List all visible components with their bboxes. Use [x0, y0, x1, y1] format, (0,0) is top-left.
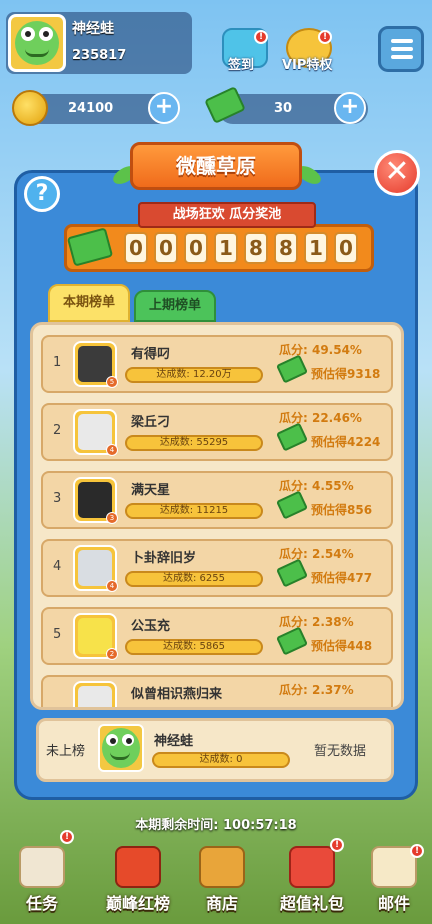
frog-avatar-icon — [102, 728, 140, 768]
pool-digit: 0 — [184, 232, 208, 264]
my-name: 神经蛙 — [154, 734, 194, 749]
cash-icon — [275, 558, 309, 588]
rank-share: 瓜分: 49.54% — [279, 343, 362, 357]
nav-shop[interactable]: 商店 — [182, 846, 262, 918]
frog-avatar-icon — [15, 21, 59, 65]
rank-avatar[interactable]: 4 — [73, 545, 118, 592]
coin-icon — [12, 90, 48, 126]
pool-digit: 0 — [124, 232, 148, 264]
gift-alert-badge: ! — [330, 838, 344, 852]
rank-name: 卜卦辞旧岁 — [131, 551, 197, 566]
level-badge: 5 — [106, 376, 118, 388]
rank-share: 瓜分: 2.38% — [279, 615, 354, 629]
level-badge: 2 — [106, 648, 118, 660]
ranking-row[interactable]: 3 3 满天星 达成数: 11215 瓜分: 4.55% 预估得856 — [41, 471, 393, 529]
nav-peak-ranking-label: 巅峰红榜 — [105, 894, 170, 913]
panel-title: 微醺草原 — [130, 142, 302, 190]
signin-label: 签到 — [228, 58, 255, 73]
menu-icon — [391, 39, 413, 43]
rank-avatar[interactable] — [73, 681, 117, 707]
ranking-row[interactable]: 2 4 梁丘刁 达成数: 55295 瓜分: 22.46% 预估得4224 — [41, 403, 393, 461]
ranking-row[interactable]: 1 5 有得叼 达成数: 12.20万 瓜分: 49.54% 预估得9318 — [41, 335, 393, 393]
rank-estimate: 预估得9318 — [311, 367, 381, 381]
rank-number: 4 — [53, 559, 62, 574]
cash-icon — [275, 422, 309, 452]
rank-share: 瓜分: 22.46% — [279, 411, 362, 425]
rank-score: 达成数: 11215 — [125, 503, 263, 519]
rank-score: 达成数: 5865 — [125, 639, 263, 655]
rank-avatar[interactable]: 5 — [73, 341, 118, 388]
player-id: 235817 — [72, 48, 127, 63]
rank-share: 瓜分: 2.37% — [279, 683, 354, 697]
nav-shop-label: 商店 — [205, 894, 238, 913]
rank-number: 3 — [53, 491, 62, 506]
tab-current-period[interactable]: 本期榜单 — [48, 284, 130, 322]
nav-gift-pack[interactable]: 超值礼包 — [262, 846, 362, 918]
tab-previous-period[interactable]: 上期榜单 — [134, 290, 216, 322]
nav-tasks-label: 任务 — [25, 894, 58, 913]
cash-icon — [275, 354, 309, 384]
rank-number: 1 — [53, 355, 62, 370]
cash-icon — [275, 490, 309, 520]
rank-estimate: 预估得4224 — [311, 435, 381, 449]
rank-name: 似曾相识燕归来 — [131, 687, 223, 702]
level-badge: 4 — [106, 444, 118, 456]
rank-avatar[interactable]: 2 — [73, 613, 118, 660]
prize-pool-banner: 战场狂欢 瓜分奖池 — [138, 202, 316, 228]
shop-icon — [199, 846, 245, 888]
rank-name: 有得叼 — [131, 347, 171, 362]
rank-share: 瓜分: 4.55% — [279, 479, 354, 493]
nav-mail-label: 邮件 — [377, 894, 410, 913]
vip-label: VIP特权 — [282, 58, 333, 73]
my-rank-status: 未上榜 — [46, 744, 86, 759]
pool-digit: 0 — [154, 232, 178, 264]
my-avatar[interactable] — [98, 724, 144, 772]
tasks-icon — [19, 846, 65, 888]
trophy-icon — [115, 846, 161, 888]
rank-score: 达成数: 55295 — [125, 435, 263, 451]
vip-alert-badge: ! — [318, 30, 332, 44]
mail-alert-badge: ! — [410, 844, 424, 858]
nav-peak-ranking[interactable]: 巅峰红榜 — [88, 846, 188, 918]
rank-score: 达成数: 6255 — [125, 571, 263, 587]
rank-number: 2 — [53, 423, 62, 438]
signin-alert-badge: ! — [254, 30, 268, 44]
rank-score: 达成数: 12.20万 — [125, 367, 263, 383]
help-button[interactable]: ? — [24, 176, 60, 212]
cash-icon — [275, 626, 309, 656]
gift-icon — [289, 846, 335, 888]
add-coins-button[interactable]: + — [148, 92, 180, 124]
rank-number: 5 — [53, 627, 62, 642]
pool-digit: 1 — [214, 232, 238, 264]
rank-estimate: 预估得477 — [311, 571, 373, 585]
ranking-list[interactable]: 1 5 有得叼 达成数: 12.20万 瓜分: 49.54% 预估得9318 2… — [30, 322, 404, 710]
nav-gift-pack-label: 超值礼包 — [279, 894, 344, 913]
pool-digit: 8 — [244, 232, 268, 264]
pool-digit: 1 — [304, 232, 328, 264]
rank-name: 梁丘刁 — [131, 415, 171, 430]
rank-avatar[interactable]: 3 — [73, 477, 118, 524]
rank-avatar[interactable]: 4 — [73, 409, 118, 456]
my-score: 达成数: 0 — [152, 752, 290, 768]
add-cash-button[interactable]: + — [334, 92, 366, 124]
rank-name: 公玉充 — [131, 619, 171, 634]
my-no-data: 暂无数据 — [314, 744, 367, 759]
tasks-alert-badge: ! — [60, 830, 74, 844]
level-badge: 4 — [106, 580, 118, 592]
rank-estimate: 预估得448 — [311, 639, 373, 653]
menu-button[interactable] — [378, 26, 424, 72]
player-name: 神经蛙 — [72, 21, 114, 37]
close-button[interactable]: ✕ — [374, 150, 420, 196]
pool-digit: 8 — [274, 232, 298, 264]
level-badge: 3 — [106, 512, 118, 524]
ranking-row[interactable]: 5 2 公玉充 达成数: 5865 瓜分: 2.38% 预估得448 — [41, 607, 393, 665]
player-avatar[interactable] — [8, 14, 66, 72]
rank-name: 满天星 — [131, 483, 171, 498]
nav-tasks[interactable]: 任务 — [2, 846, 82, 918]
rank-estimate: 预估得856 — [311, 503, 373, 517]
rank-share: 瓜分: 2.54% — [279, 547, 354, 561]
ranking-row[interactable]: 4 4 卜卦辞旧岁 达成数: 6255 瓜分: 2.54% 预估得477 — [41, 539, 393, 597]
pool-digit: 0 — [334, 232, 358, 264]
ranking-row[interactable]: 似曾相识燕归来 瓜分: 2.37% — [41, 675, 393, 707]
